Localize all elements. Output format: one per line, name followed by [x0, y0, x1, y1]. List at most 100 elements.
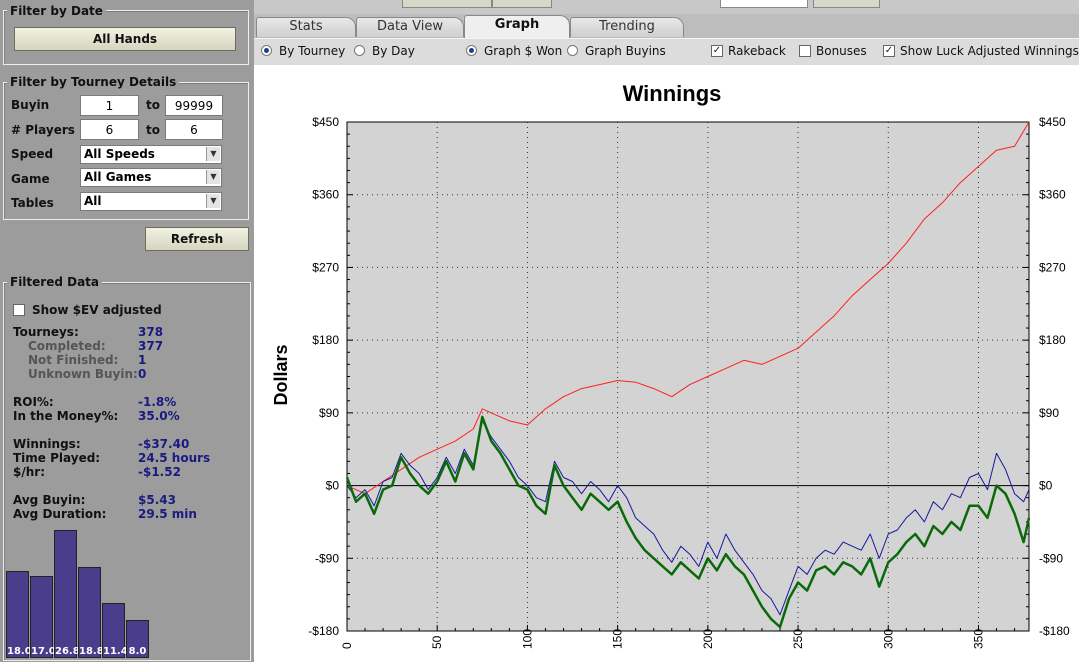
histogram-bar: 11.4 — [102, 603, 128, 658]
top-button-stub[interactable] — [813, 0, 880, 8]
graph-won-label: Graph $ Won — [484, 44, 563, 58]
winnings-label: Winnings: — [13, 437, 81, 451]
filter-by-tourney-title: Filter by Tourney Details — [7, 75, 180, 89]
top-dropdown-stub[interactable] — [720, 0, 808, 8]
y-tick-label: -$90 — [315, 551, 339, 565]
histogram-bar: 26.8 — [54, 530, 80, 658]
buyin-max-input[interactable] — [165, 95, 223, 116]
avg-duration-label: Avg Duration: — [13, 507, 107, 521]
players-label: # Players — [11, 123, 75, 137]
filter-by-date-title: Filter by Date — [7, 4, 106, 18]
by-day-radio[interactable] — [354, 45, 365, 56]
tab-trending[interactable]: Trending — [570, 17, 684, 37]
y-axis-label: Dollars — [271, 344, 291, 405]
dollars-per-hour-value: -$1.52 — [138, 465, 181, 479]
avg-duration-value: 29.5 min — [138, 507, 197, 521]
chevron-down-icon[interactable]: ▼ — [206, 194, 220, 208]
top-button-stub[interactable] — [492, 0, 552, 8]
x-tick-label: 100 — [520, 629, 534, 649]
buyin-min-input[interactable] — [80, 95, 139, 116]
y-tick-label-right: $0 — [1039, 479, 1053, 493]
show-ev-label: Show $EV adjusted — [32, 303, 162, 317]
x-tick-label: 300 — [881, 629, 895, 649]
graph-panel: Winnings Dollars -$180 -$180 -$90 -$90 $0 $0 $… — [254, 65, 1079, 662]
x-tick-label: 200 — [701, 629, 715, 649]
not-finished-value: 1 — [138, 353, 147, 367]
y-tick-label-right: $270 — [1039, 260, 1066, 274]
game-select-value: All Games — [84, 170, 152, 184]
game-label: Game — [11, 172, 50, 186]
roi-value: -1.8% — [138, 395, 177, 409]
chart-title: Winnings — [623, 81, 722, 106]
buyin-label: Buyin — [11, 98, 50, 112]
all-hands-button[interactable]: All Hands — [14, 27, 236, 51]
y-tick-label: $0 — [326, 479, 340, 493]
completed-label: Completed: — [28, 339, 106, 353]
winnings-chart: Winnings Dollars -$180 -$180 -$90 -$90 $0 $0 $… — [271, 81, 1070, 649]
chevron-down-icon[interactable]: ▼ — [206, 170, 220, 184]
x-tick-label: 150 — [611, 629, 625, 649]
by-tourney-label: By Tourney — [279, 44, 346, 58]
tables-select-value: All — [84, 194, 102, 208]
game-select[interactable]: All Games ▼ — [80, 168, 222, 187]
histogram-bar: 8.0 — [126, 620, 149, 658]
avg-buyin-value: $5.43 — [138, 493, 176, 507]
tab-graph[interactable]: Graph — [464, 15, 570, 38]
tourneys-label: Tourneys: — [13, 325, 79, 339]
tab-data-view[interactable]: Data View — [356, 17, 464, 37]
y-tick-label-right: $450 — [1039, 115, 1066, 129]
filter-panel: Filter by Date All Hands Filter by Tourn… — [0, 0, 254, 662]
y-tick-label-right: -$180 — [1039, 624, 1070, 638]
luck-adjusted-checkbox[interactable]: ✓ — [883, 45, 895, 57]
filtered-data-title: Filtered Data — [7, 275, 103, 289]
y-tick-label-right: -$90 — [1039, 551, 1063, 565]
players-min-input[interactable] — [80, 119, 139, 140]
completed-value: 377 — [138, 339, 164, 353]
x-tick-label: 350 — [971, 629, 985, 649]
players-max-input[interactable] — [165, 119, 223, 140]
rakeback-checkbox[interactable]: ✓ — [711, 45, 723, 57]
y-tick-label: -$180 — [308, 624, 339, 638]
tab-stats[interactable]: Stats — [256, 17, 356, 37]
y-tick-label: $450 — [312, 115, 339, 129]
show-ev-checkbox[interactable] — [13, 304, 25, 316]
by-tourney-radio[interactable] — [261, 45, 272, 56]
buyin-to-label: to — [146, 98, 160, 112]
x-tick-label: 0 — [340, 642, 354, 649]
avg-buyin-label: Avg Buyin: — [13, 493, 86, 507]
rakeback-label: Rakeback — [728, 44, 786, 58]
by-day-label: By Day — [372, 44, 415, 58]
unknown-buyin-label: Unknown Buyin: — [28, 367, 138, 381]
luck-adjusted-label: Show Luck Adjusted Winnings — [900, 44, 1079, 58]
y-tick-label: $360 — [312, 188, 339, 202]
y-tick-label: $180 — [312, 333, 339, 347]
graph-won-radio[interactable] — [466, 45, 477, 56]
histogram-bar: 18.0 — [6, 571, 32, 658]
itm-value: 35.0% — [138, 409, 180, 423]
bonuses-checkbox[interactable] — [799, 45, 811, 57]
speed-select-value: All Speeds — [84, 147, 155, 161]
time-played-label: Time Played: — [13, 451, 101, 465]
y-tick-label-right: $180 — [1039, 333, 1066, 347]
refresh-button[interactable]: Refresh — [145, 227, 249, 251]
speed-select[interactable]: All Speeds ▼ — [80, 145, 222, 164]
y-tick-label-right: $90 — [1039, 406, 1059, 420]
graph-buyins-label: Graph Buyins — [585, 44, 666, 58]
y-tick-label: $90 — [319, 406, 339, 420]
tables-label: Tables — [11, 196, 54, 210]
histogram-bar: 17.0 — [30, 576, 56, 658]
time-played-value: 24.5 hours — [138, 451, 211, 465]
x-tick-label: 250 — [791, 629, 805, 649]
bonuses-label: Bonuses — [816, 44, 867, 58]
unknown-buyin-value: 0 — [138, 367, 147, 381]
players-to-label: to — [146, 123, 160, 137]
speed-label: Speed — [11, 147, 54, 161]
tourneys-value: 378 — [138, 325, 164, 339]
graph-buyins-radio[interactable] — [567, 45, 578, 56]
top-button-stub[interactable] — [402, 0, 492, 8]
y-tick-label-right: $360 — [1039, 188, 1066, 202]
winnings-value: -$37.40 — [138, 437, 190, 451]
chevron-down-icon[interactable]: ▼ — [206, 147, 220, 161]
tables-select[interactable]: All ▼ — [80, 192, 222, 211]
dollars-per-hour-label: $/hr: — [13, 465, 45, 479]
